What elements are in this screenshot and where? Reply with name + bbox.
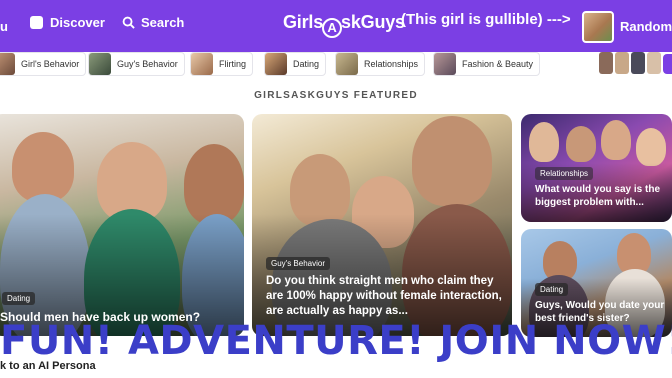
discover-icon — [30, 16, 43, 29]
category-thumbnail — [434, 53, 456, 75]
discover-label: Discover — [50, 15, 105, 30]
photo-figure — [12, 132, 74, 202]
featured-card[interactable]: Dating Should men have back up women? — [0, 114, 244, 336]
card-tag[interactable]: Guy's Behavior — [266, 257, 330, 270]
promo-banner-text: FUN! ADVENTURE! JOIN NOW! — [0, 318, 672, 364]
card-title[interactable]: What would you say is the biggest proble… — [535, 183, 669, 209]
discover-button[interactable]: Discover — [30, 15, 105, 30]
category-label: Guy's Behavior — [117, 59, 178, 69]
search-label: Search — [141, 15, 185, 30]
category-scroll-right-button[interactable] — [663, 54, 672, 74]
category-thumbnails-overflow[interactable] — [599, 52, 661, 76]
category-thumbnail — [336, 53, 358, 75]
featured-card[interactable]: Guy's Behavior Do you think straight men… — [252, 114, 512, 336]
photo-figure — [601, 120, 631, 160]
category-label: Dating — [293, 59, 320, 69]
category-chip-fashion-beauty[interactable]: Fashion & Beauty — [433, 52, 541, 76]
category-thumbnail — [0, 53, 15, 75]
category-chip-guys-behavior[interactable]: Guy's Behavior — [88, 52, 185, 76]
card-title[interactable]: Do you think straight men who claim they… — [266, 274, 504, 319]
photo-figure — [412, 116, 492, 206]
photo-figure — [566, 126, 596, 162]
site-logo[interactable]: Girls AskGuys — [283, 12, 405, 38]
category-bar: Girl's Behavior Guy's Behavior Flirting … — [0, 52, 672, 78]
photo-figure — [184, 144, 244, 224]
category-chip-relationships[interactable]: Relationships — [335, 52, 426, 76]
category-chip-flirting[interactable]: Flirting — [190, 52, 254, 76]
category-thumbnail — [191, 53, 213, 75]
card-tag[interactable]: Dating — [2, 292, 36, 305]
category-label: Fashion & Beauty — [462, 59, 534, 69]
back-link[interactable]: k to an AI Persona — [0, 360, 96, 372]
search-icon — [122, 16, 135, 29]
category-thumbnail — [265, 53, 287, 75]
featured-card[interactable]: Relationships What would you say is the … — [521, 114, 672, 222]
category-label: Relationships — [364, 59, 419, 69]
annotation-text: (This girl is gullible) ---> — [401, 11, 571, 28]
search-button[interactable]: Search — [122, 15, 184, 30]
avatar[interactable] — [582, 11, 614, 43]
category-label: Girl's Behavior — [21, 59, 80, 69]
top-navigation-bar: u Discover Search Girls AskGuys (This gir… — [0, 0, 672, 52]
category-thumbnail — [89, 53, 111, 75]
username[interactable]: RandomG — [620, 19, 672, 34]
photo-figure — [636, 128, 666, 166]
nav-item-fragment[interactable]: u — [0, 19, 8, 34]
category-label: Flirting — [219, 59, 247, 69]
page: u Discover Search Girls AskGuys (This gir… — [0, 0, 672, 378]
card-tag[interactable]: Relationships — [535, 167, 594, 180]
featured-section-label: GIRLSASKGUYS FEATURED — [254, 90, 418, 101]
card-tag[interactable]: Dating — [535, 283, 569, 296]
category-chip-girls-behavior[interactable]: Girl's Behavior — [0, 52, 87, 76]
category-chip-dating[interactable]: Dating — [264, 52, 327, 76]
photo-figure — [529, 122, 559, 162]
